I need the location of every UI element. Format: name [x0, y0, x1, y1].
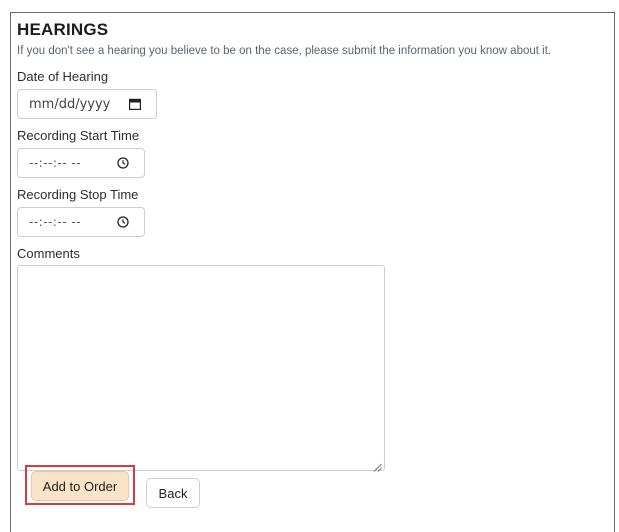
add-to-order-button[interactable]: Add to Order	[31, 471, 129, 501]
clock-icon[interactable]	[116, 215, 130, 229]
back-button[interactable]: Back	[146, 478, 200, 508]
start-time-placeholder: --:--:-- --	[29, 156, 82, 170]
date-placeholder: mm/dd/yyyy	[29, 96, 111, 112]
calendar-icon[interactable]	[128, 97, 142, 111]
comments-label: Comments	[17, 246, 80, 261]
clock-icon[interactable]	[116, 156, 130, 170]
recording-stop-time-label: Recording Stop Time	[17, 187, 139, 202]
recording-stop-time-input[interactable]: --:--:-- --	[17, 207, 145, 237]
date-of-hearing-input[interactable]: mm/dd/yyyy	[17, 89, 157, 119]
recording-start-time-input[interactable]: --:--:-- --	[17, 148, 145, 178]
stop-time-placeholder: --:--:-- --	[29, 215, 82, 229]
date-of-hearing-label: Date of Hearing	[17, 69, 109, 84]
comments-textarea[interactable]	[17, 265, 385, 472]
resize-grip-icon[interactable]	[373, 459, 382, 472]
hearings-panel: HEARINGS If you don't see a hearing you …	[10, 12, 615, 532]
recording-start-time-label: Recording Start Time	[17, 128, 140, 143]
section-title: HEARINGS	[17, 20, 109, 39]
section-description: If you don't see a hearing you believe t…	[17, 45, 552, 57]
